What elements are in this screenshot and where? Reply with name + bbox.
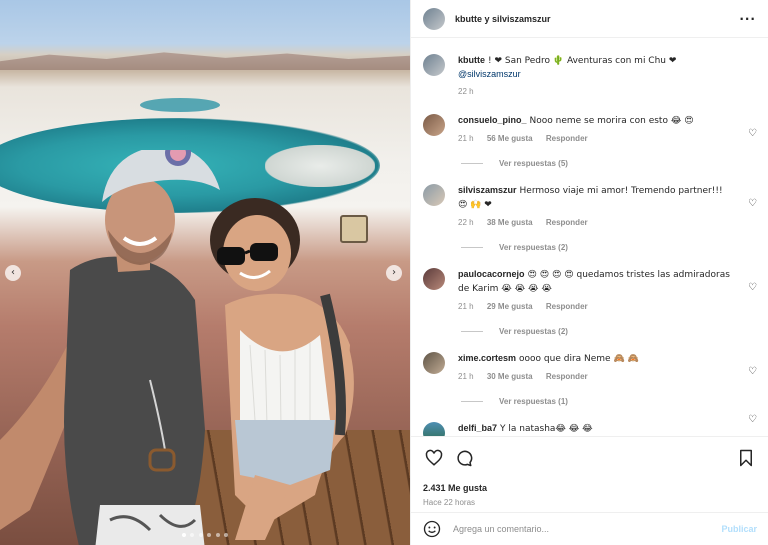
comment-likes[interactable]: 56 Me gusta (487, 134, 533, 143)
comment-icon[interactable] (453, 447, 475, 469)
comment-time: 21 h (458, 302, 474, 311)
carousel-dot (190, 533, 195, 537)
ellipsis-icon[interactable]: ··· (739, 12, 756, 26)
comment-like-heart-icon[interactable]: ♡ (748, 128, 757, 139)
comment-input[interactable] (453, 524, 693, 534)
comment-likes[interactable]: 30 Me gusta (487, 372, 533, 381)
comment-username[interactable]: silviszamszur (458, 185, 517, 195)
comment-like-heart-icon[interactable]: ♡ (748, 366, 757, 377)
comment-text: Nooo neme se morira con esto 😂 😍 (529, 116, 694, 126)
comment-text: Y la natasha😂 😂 😂 (500, 424, 593, 434)
comment-username[interactable]: xime.cortesm (458, 353, 516, 363)
comment-time: 21 h (458, 134, 474, 143)
comment-text: oooo que dira Neme 🙈 🙈 (519, 354, 639, 364)
comment-likes[interactable]: 38 Me gusta (487, 218, 533, 227)
caption: kbutte! ❤ San Pedro 🌵 Aventuras con mi C… (423, 38, 757, 98)
caption-time: 22 h (458, 87, 474, 96)
heart-icon[interactable] (423, 447, 445, 469)
carousel-dots (0, 529, 410, 539)
caption-username[interactable]: kbutte (458, 55, 485, 65)
caption-mention[interactable]: @silviszamszur (458, 69, 521, 79)
mountains-background (0, 52, 410, 70)
comment-username[interactable]: delfi_ba7 (458, 423, 497, 433)
comment-like-heart-icon[interactable]: ♡ (748, 414, 757, 425)
comment: xime.cortesm oooo que dira Neme 🙈 🙈 21 h … (423, 336, 757, 383)
post-comment-button[interactable]: Publicar (721, 524, 757, 534)
carousel-dot (207, 533, 212, 537)
comment-username[interactable]: consuelo_pino_ (458, 115, 527, 125)
comment-like-heart-icon[interactable]: ♡ (748, 282, 757, 293)
post-actions: 2.431 Me gusta Hace 22 horas (411, 436, 768, 507)
view-replies-link[interactable]: Ver respuestas (2) (461, 327, 757, 336)
carousel-dot (215, 533, 220, 537)
reply-button[interactable]: Responder (546, 372, 588, 381)
carousel-dot (224, 533, 229, 537)
small-lagoon (140, 98, 220, 112)
commenter-avatar[interactable] (423, 352, 445, 374)
commenter-avatar[interactable] (423, 268, 445, 290)
view-replies-link[interactable]: Ver respuestas (2) (461, 243, 757, 252)
comment-time: 22 h (458, 218, 474, 227)
carousel-dot (181, 533, 186, 537)
comment-likes[interactable]: 29 Me gusta (487, 302, 533, 311)
comment-like-heart-icon[interactable]: ♡ (748, 198, 757, 209)
post-sidebar: kbutte y silviszamszur ··· kbutte! ❤ San… (410, 0, 768, 545)
commenter-avatar[interactable] (423, 114, 445, 136)
comment: silviszamszur Hermoso viaje mi amor! Trem… (423, 168, 757, 229)
instagram-post-modal: ‹ › kbutte y silviszamszur ··· kbutte! ❤… (0, 0, 768, 545)
author-avatar[interactable] (423, 54, 445, 76)
author-avatar[interactable] (423, 7, 445, 30)
author-names[interactable]: kbutte y silviszamszur (455, 14, 551, 24)
caption-text: ! ❤ San Pedro 🌵 Aventuras con mi Chu ❤ (488, 56, 677, 66)
comment: paulocacornejo 😍 😍 😍 😍 quedamos tristes l… (423, 252, 757, 313)
post-photo[interactable]: ‹ › (0, 0, 410, 545)
commenter-avatar[interactable] (423, 184, 445, 206)
previous-photo-button[interactable]: ‹ (5, 265, 21, 281)
view-replies-link[interactable]: Ver respuestas (5) (461, 159, 757, 168)
reply-button[interactable]: Responder (546, 218, 588, 227)
salt-island (265, 145, 375, 187)
commenter-avatar[interactable] (423, 422, 445, 436)
post-time: Hace 22 horas (423, 498, 476, 507)
reply-button[interactable]: Responder (546, 134, 588, 143)
comment-composer: Publicar (411, 512, 768, 545)
comment-time: 21 h (458, 372, 474, 381)
reply-button[interactable]: Responder (546, 302, 588, 311)
woman-figure (210, 198, 354, 540)
comments-list[interactable]: kbutte! ❤ San Pedro 🌵 Aventuras con mi C… (411, 38, 768, 436)
comment-username[interactable]: paulocacornejo (458, 269, 525, 279)
likes-count[interactable]: 2.431 Me gusta (423, 483, 757, 493)
post-header: kbutte y silviszamszur ··· (411, 0, 768, 38)
next-photo-button[interactable]: › (386, 265, 402, 281)
comment: consuelo_pino_ Nooo neme se morira con es… (423, 98, 757, 145)
bookmark-icon[interactable] (735, 447, 757, 469)
view-replies-link[interactable]: Ver respuestas (1) (461, 397, 757, 406)
comment: delfi_ba7 Y la natasha😂 😂 😂 ♡ (423, 406, 757, 436)
carousel-dot (198, 533, 203, 537)
smiley-icon[interactable] (423, 520, 441, 538)
